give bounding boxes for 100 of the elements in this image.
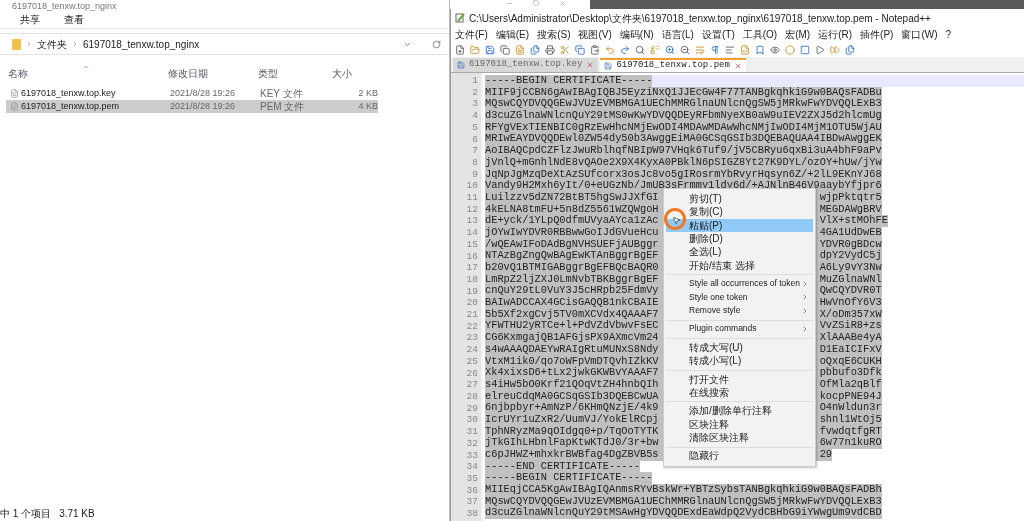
file-type: PEM 文件 [260, 100, 306, 114]
zoom-in-icon[interactable] [665, 44, 675, 55]
record-icon[interactable] [785, 44, 795, 55]
search-icon[interactable] [635, 44, 645, 55]
code-line: RFYgVExTIENBIC0gRzEwHhcNMjEwODI4MDAwMDAwWhcNMjIwODI4MjM1OTU5WjAU [485, 121, 882, 133]
menu-item[interactable]: 语言(L) [661, 27, 694, 42]
code-line: IcrUYr1uZxR2/UumVJ/YokElRCpj [485, 413, 659, 426]
code-line: Vandy9H2Mxh6yIt/0+eUGzNb/JmUB3sFrmmy1ldy6d/+AJNlnB46V9aaybYfjpr6 [485, 180, 882, 192]
menu-item[interactable]: 窗口(W) [901, 27, 938, 42]
minimize-icon[interactable] [506, 0, 513, 7]
line-number: 31 [466, 426, 478, 438]
column-header[interactable]: 大小 [332, 66, 382, 83]
code-file-icon[interactable] [740, 44, 750, 55]
breadcrumb-item[interactable]: 6197018_tenxw.top_nginx [83, 36, 200, 52]
code-line: MIIF9jCCBN6gAwIBAgIQBJ5EyziNxQ1JJEcGw4F77TANBgkqhkiG9w0BAQsFADBu [485, 86, 882, 98]
close-icon[interactable] [586, 61, 595, 69]
menu-item[interactable]: 编码(N) [619, 27, 654, 42]
code-line: Xk4xixsD6+tLx2jwkGKWBvYAAAF7 [485, 367, 659, 379]
eye-icon[interactable] [770, 44, 780, 55]
menu-item[interactable]: 运行(R) [818, 27, 853, 42]
redo-icon[interactable] [620, 44, 630, 55]
status-text: 3.71 KB [59, 506, 95, 521]
code-line: X/oDm357xW [819, 308, 882, 320]
line-number: 20 [466, 297, 478, 310]
context-menu-item[interactable]: 粘贴(P) [666, 218, 813, 233]
zoom-out-icon[interactable] [680, 44, 690, 55]
line-number: 29 [466, 402, 478, 415]
code-line: VlX+stMOhFE [819, 215, 888, 227]
context-menu-item[interactable]: 全选(L) [666, 245, 813, 259]
new-file-icon[interactable] [455, 44, 465, 55]
line-number: 13 [466, 215, 478, 228]
print-icon[interactable] [545, 44, 555, 55]
breadcrumb-item[interactable]: 文件夹 [37, 36, 67, 52]
context-menu-item[interactable]: 在线搜索 [666, 386, 813, 400]
fast-forward-icon[interactable] [830, 44, 840, 55]
menu-item[interactable]: ? [945, 27, 952, 42]
file-tab[interactable]: 6197018_tenxw.top.pem [600, 58, 746, 72]
menu-item[interactable]: 宏(M) [785, 27, 811, 42]
copy-icon[interactable] [575, 44, 585, 55]
context-menu-item[interactable]: 清除区块注释 [666, 431, 813, 445]
column-header[interactable]: 修改日期 [168, 66, 258, 83]
line-number: 23 [466, 332, 478, 345]
line-number: 6 [472, 133, 478, 146]
context-menu-item[interactable]: Style one token [666, 290, 813, 305]
context-menu-item[interactable]: 剪切(T) [666, 192, 813, 206]
save-all-icon[interactable] [500, 44, 510, 55]
context-menu-item[interactable]: 开始/结束 选择 [666, 258, 813, 273]
column-header[interactable]: 类型 [258, 66, 332, 83]
file-row[interactable]: 6197018_tenxw.top.key 2021/8/28 19:26 KEY 文件 2 KB [6, 87, 378, 100]
pilcrow-icon[interactable] [710, 44, 720, 55]
context-menu-item[interactable]: 隐藏行 [666, 449, 813, 464]
context-menu-item[interactable]: 转成大写(U) [666, 340, 813, 355]
code-line: 29 [819, 449, 833, 461]
menu-item[interactable]: 设置(T) [701, 27, 735, 42]
menu-item[interactable]: 插件(P) [860, 27, 894, 42]
context-menu-item[interactable]: 打开文件 [666, 372, 813, 387]
context-menu-item[interactable]: Plugin commands [666, 322, 813, 336]
close-icon[interactable] [733, 62, 742, 70]
close-icon[interactable] [559, 0, 566, 7]
indent-guide-icon[interactable] [725, 44, 735, 55]
code-line: /wQEAwIFoDAdBgNVHSUEFjAUBggr [485, 238, 659, 251]
menu-item[interactable]: 搜索(S) [537, 27, 571, 42]
line-number: 35 [466, 472, 478, 485]
context-menu-item[interactable]: 添加/删除单行注释 [666, 404, 813, 418]
line-number: 24 [466, 344, 478, 356]
line-number: 10 [466, 180, 478, 193]
context-menu-item[interactable]: Remove style [666, 304, 813, 318]
context-menu-item[interactable]: Style all occurrences of token [666, 277, 813, 291]
column-header[interactable]: 名称 [8, 66, 168, 83]
undo-icon[interactable] [605, 44, 615, 55]
context-menu-item[interactable]: 转成小写(L) [666, 354, 813, 368]
menu-item[interactable]: 编辑(E) [495, 27, 530, 42]
code-line: c6pJHWZ+mhxkrBWBfag4DgZBVB5s [485, 449, 659, 461]
code-line: d3cuZGlnaWNlcnQuY29tMS0wKwYDVQQDEyRFbmNyeXB0aW9uIEV2ZXJ5d2hlcmUg [485, 110, 882, 122]
line-number: 18 [466, 273, 478, 286]
play-icon[interactable] [815, 44, 825, 55]
stop-icon[interactable] [800, 44, 810, 55]
file-row[interactable]: 6197018_tenxw.top.pem 2021/8/28 19:26 PEM 文件 4 KB [6, 100, 378, 113]
ribbon-tab[interactable]: 查看 [64, 12, 84, 27]
code-line: -----BEGIN CERTIFICATE----- [485, 472, 653, 484]
menu-item[interactable]: 文件(F) [455, 27, 488, 42]
bookmark-icon[interactable] [755, 44, 765, 55]
context-menu-item[interactable]: 区块注释 [666, 417, 813, 432]
line-number: 15 [466, 238, 478, 251]
wrap-icon[interactable] [695, 44, 705, 55]
file-tab[interactable]: 6197018_tenxw.top.key [453, 58, 599, 72]
paste-icon[interactable] [590, 44, 600, 55]
cut-icon[interactable] [560, 44, 570, 55]
menu-item[interactable]: 视图(V) [578, 27, 612, 42]
code-line: NTAzBgZngQwBAgEwKTAnBggrBgEF [485, 250, 659, 262]
ribbon-tab[interactable]: 共享 [20, 12, 40, 27]
open-folder-icon[interactable] [470, 44, 480, 55]
save-icon[interactable] [485, 44, 495, 55]
context-menu-item[interactable]: 删除(D) [666, 232, 813, 246]
refresh-icon[interactable] [432, 39, 441, 49]
maximize-icon[interactable] [533, 0, 539, 6]
line-number: 4 [472, 110, 478, 122]
line-number: 36 [466, 484, 478, 497]
line-number: 19 [466, 285, 478, 298]
menu-item[interactable]: 工具(O) [742, 27, 778, 42]
